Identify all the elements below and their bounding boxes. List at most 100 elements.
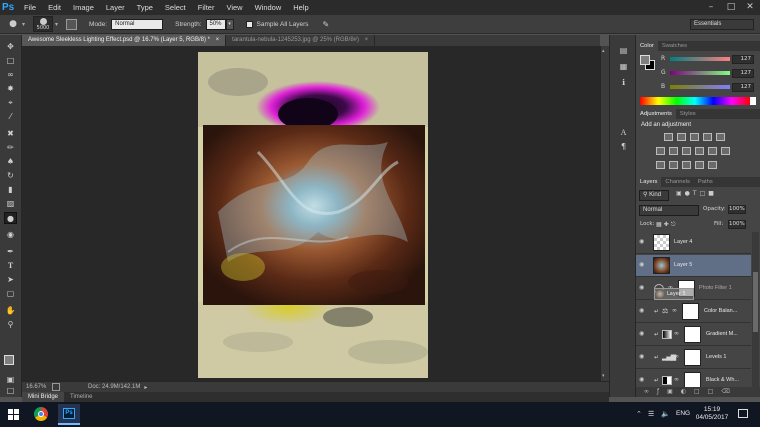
brush-panel-toggle-icon[interactable] bbox=[66, 18, 78, 30]
sample-all-layers-checkbox[interactable] bbox=[245, 20, 253, 28]
history-panel-icon[interactable]: ▤ bbox=[617, 45, 630, 57]
maximize-button[interactable]: □ bbox=[722, 0, 740, 15]
smudge-tool-icon[interactable]: ● bbox=[6, 17, 20, 31]
layer-row-color-balance[interactable]: ◉ ↵ ⚖ ∞ Color Balan... bbox=[636, 301, 751, 323]
chrome-taskbar-icon[interactable] bbox=[30, 404, 52, 425]
r-slider[interactable] bbox=[670, 57, 730, 61]
tab-adjustments[interactable]: Adjustments bbox=[636, 109, 676, 119]
channel-mixer-icon[interactable] bbox=[708, 147, 717, 155]
blend-mode-select[interactable]: Normal bbox=[639, 205, 699, 216]
status-info-icon[interactable] bbox=[52, 383, 60, 391]
info-panel-icon[interactable]: ℹ bbox=[617, 77, 630, 89]
clock[interactable]: 15:19 04/05/2017 bbox=[692, 406, 732, 422]
eraser-tool-icon[interactable]: ▮ bbox=[4, 184, 17, 196]
brush-preset-picker[interactable]: 5000 bbox=[33, 16, 54, 32]
menu-window[interactable]: Window bbox=[249, 0, 288, 15]
visibility-eye-icon[interactable]: ◉ bbox=[639, 262, 647, 268]
layers-footer-buttons[interactable]: ∞ƒ▣◐□□⌫ bbox=[636, 387, 760, 397]
layer-filter-kind-select[interactable]: ⚲ Kind bbox=[639, 190, 669, 201]
menu-edit[interactable]: Edit bbox=[42, 0, 67, 15]
path-selection-tool-icon[interactable]: ➤ bbox=[4, 274, 17, 286]
lasso-tool-icon[interactable]: ∞ bbox=[4, 69, 17, 81]
tab-mini-bridge[interactable]: Mini Bridge bbox=[22, 392, 65, 402]
scroll-up-arrow-icon[interactable]: ▴ bbox=[602, 48, 608, 54]
menu-filter[interactable]: Filter bbox=[192, 0, 221, 15]
history-brush-tool-icon[interactable]: ↻ bbox=[4, 170, 17, 182]
mode-select[interactable]: Normal bbox=[111, 18, 164, 30]
tab-channels[interactable]: Channels bbox=[661, 177, 694, 187]
opacity-input[interactable]: 100% bbox=[728, 205, 746, 214]
color-spectrum-bar[interactable] bbox=[640, 97, 750, 105]
visibility-eye-icon[interactable]: ◉ bbox=[639, 239, 647, 245]
vibrance-icon[interactable] bbox=[716, 133, 725, 141]
properties-panel-icon[interactable]: ▦ bbox=[617, 61, 630, 73]
g-slider[interactable] bbox=[670, 71, 730, 75]
visibility-eye-icon[interactable]: ◉ bbox=[639, 377, 647, 383]
marquee-tool-icon[interactable]: □ bbox=[4, 55, 17, 67]
fill-input[interactable]: 100% bbox=[728, 220, 746, 229]
menu-help[interactable]: Help bbox=[287, 0, 314, 15]
tab-tarantula-nebula[interactable]: tarantula-nebula-1245253.jpg @ 25% (RGB/… bbox=[226, 35, 376, 46]
exposure-icon[interactable] bbox=[703, 133, 712, 141]
network-icon[interactable]: ☰ bbox=[648, 410, 654, 418]
spot-healing-tool-icon[interactable]: ✖ bbox=[4, 128, 17, 140]
hand-tool-icon[interactable]: ✋ bbox=[4, 305, 17, 317]
layer-row-layer-5[interactable]: ◉ Layer 5 bbox=[636, 255, 751, 277]
visibility-eye-icon[interactable]: ◉ bbox=[639, 354, 647, 360]
tab-awesome-lighting-psd[interactable]: Awesome Sleekless Lighting Effect.psd @ … bbox=[22, 35, 227, 46]
layer-row-black-white[interactable]: ◉ ↵ ∞ Black & Wh... bbox=[636, 370, 751, 387]
menu-type[interactable]: Type bbox=[131, 0, 159, 15]
vertical-scrollbar[interactable]: ▴ ▾ bbox=[600, 46, 609, 381]
black-white-icon[interactable] bbox=[682, 147, 691, 155]
clone-stamp-tool-icon[interactable]: ♠ bbox=[4, 156, 17, 168]
pen-tool-icon[interactable]: ✒ bbox=[4, 246, 17, 258]
character-panel-icon[interactable]: A bbox=[617, 127, 630, 139]
tray-chevron-up-icon[interactable]: ⌃ bbox=[636, 410, 642, 418]
b-slider[interactable] bbox=[670, 85, 730, 89]
finger-painting-icon[interactable]: ✎ bbox=[323, 20, 330, 29]
threshold-icon[interactable] bbox=[682, 161, 691, 169]
volume-icon[interactable]: 🔈 bbox=[661, 410, 670, 418]
windows-start-icon[interactable] bbox=[8, 409, 19, 420]
tab-color[interactable]: Color bbox=[636, 41, 658, 51]
menu-file[interactable]: File bbox=[18, 0, 42, 15]
move-tool-icon[interactable]: ✥ bbox=[4, 41, 17, 53]
tool-preset-chevron-icon[interactable]: ▾ bbox=[22, 21, 25, 28]
menu-layer[interactable]: Layer bbox=[100, 0, 131, 15]
selective-color-icon[interactable] bbox=[695, 161, 704, 169]
document-canvas[interactable] bbox=[198, 52, 428, 378]
color-balance-icon[interactable] bbox=[669, 147, 678, 155]
layers-scrollbar[interactable] bbox=[752, 232, 759, 387]
b-value[interactable]: 127 bbox=[732, 83, 754, 92]
photoshop-taskbar-icon[interactable]: Ps bbox=[58, 404, 80, 425]
paragraph-panel-icon[interactable]: ¶ bbox=[617, 141, 630, 153]
tab-close-icon[interactable]: × bbox=[216, 37, 220, 43]
language-indicator[interactable]: ENG bbox=[676, 410, 690, 417]
zoom-tool-icon[interactable]: ⚲ bbox=[4, 319, 17, 331]
curves-icon[interactable] bbox=[690, 133, 699, 141]
strength-input[interactable]: 50% bbox=[205, 18, 226, 30]
layer-row-layer-4[interactable]: ◉ Layer 4 bbox=[636, 232, 751, 254]
menu-select[interactable]: Select bbox=[159, 0, 192, 15]
crop-tool-icon[interactable]: ⌖ bbox=[4, 97, 17, 109]
quick-select-tool-icon[interactable]: ✸ bbox=[4, 83, 17, 95]
brush-tool-icon[interactable]: ✏ bbox=[4, 142, 17, 154]
posterize-icon[interactable] bbox=[669, 161, 678, 169]
screen-mode-icon[interactable]: □ bbox=[4, 385, 17, 397]
menu-image[interactable]: Image bbox=[67, 0, 100, 15]
brush-chevron-icon[interactable]: ▾ bbox=[55, 21, 58, 28]
white-swatch[interactable] bbox=[750, 97, 756, 105]
visibility-eye-icon[interactable]: ◉ bbox=[639, 331, 647, 337]
status-menu-arrow-icon[interactable]: ▸ bbox=[144, 384, 147, 391]
close-button[interactable]: ✕ bbox=[741, 0, 759, 15]
hue-saturation-icon[interactable] bbox=[656, 147, 665, 155]
menu-view[interactable]: View bbox=[220, 0, 248, 15]
gradient-map-icon[interactable] bbox=[708, 161, 717, 169]
action-center-icon[interactable] bbox=[738, 409, 748, 418]
visibility-eye-icon[interactable]: ◉ bbox=[639, 285, 647, 291]
dodge-tool-icon[interactable]: ◉ bbox=[4, 229, 17, 241]
r-value[interactable]: 127 bbox=[732, 55, 754, 64]
tab-close-icon[interactable]: × bbox=[365, 37, 369, 43]
layer-filter-icons[interactable]: ▣●T□■ bbox=[676, 190, 717, 197]
gradient-tool-icon[interactable]: ▨ bbox=[4, 198, 17, 210]
